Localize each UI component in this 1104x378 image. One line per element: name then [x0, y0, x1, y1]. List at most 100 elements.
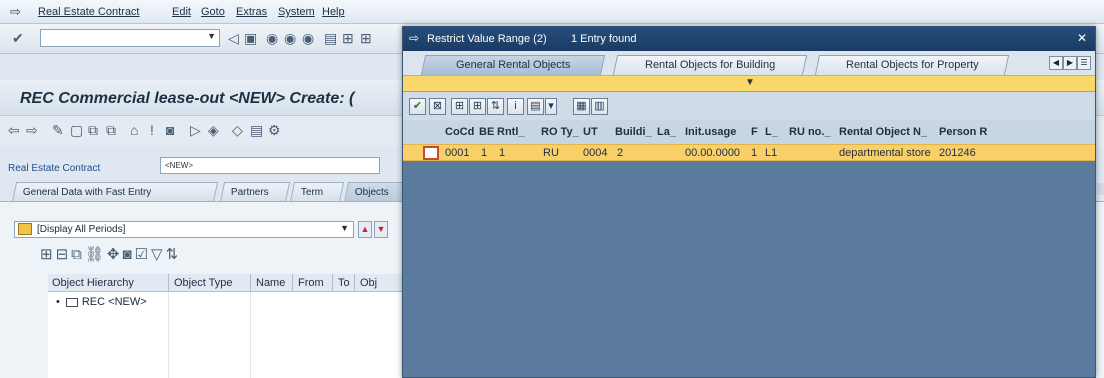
tab-partners[interactable]: Partners: [219, 182, 291, 202]
column-header[interactable]: L_: [765, 126, 778, 138]
find-next-icon[interactable]: ⊞: [360, 30, 372, 46]
hierarchy-icon[interactable]: ⌂: [130, 122, 138, 138]
column-header[interactable]: From: [298, 277, 324, 289]
sort-icon[interactable]: ⇅: [166, 246, 182, 263]
periods-select[interactable]: [Display All Periods] ▼: [14, 221, 354, 238]
contract-field[interactable]: <NEW>: [160, 157, 380, 174]
link-icon[interactable]: ⛓: [85, 246, 107, 263]
cancel-icon[interactable]: ⊠: [429, 98, 446, 115]
tab-general-data[interactable]: General Data with Fast Entry: [11, 182, 219, 202]
copy-icon[interactable]: ⧉: [88, 122, 98, 138]
column-header[interactable]: Init.usage: [685, 126, 736, 138]
check-icon[interactable]: ☑: [135, 246, 151, 263]
folder-icon: [18, 223, 32, 235]
cancel-icon[interactable]: ◉: [302, 30, 314, 46]
menu-goto[interactable]: Goto: [201, 6, 225, 18]
exit-icon[interactable]: ◉: [284, 30, 296, 46]
menu-edit[interactable]: Edit: [172, 6, 191, 18]
menu-real-estate-contract[interactable]: Real Estate Contract: [38, 6, 140, 18]
column-header[interactable]: Object Hierarchy: [52, 277, 134, 289]
previous-arrow-icon[interactable]: ⇦: [8, 122, 20, 138]
contract-label: Real Estate Contract: [8, 163, 101, 174]
column-header[interactable]: To: [338, 277, 350, 289]
cell-person-responsible: 201246: [939, 147, 976, 159]
details-icon[interactable]: ◙: [123, 246, 135, 263]
tab-label: General Data with Fast Entry: [22, 187, 152, 198]
tab-label: Rental Objects for Building: [644, 59, 776, 71]
find-icon[interactable]: ⊞: [451, 98, 468, 115]
column-header[interactable]: Rntl_: [497, 126, 525, 138]
collapse-icon[interactable]: ⊟: [56, 246, 72, 263]
display-icon[interactable]: ▦: [573, 98, 590, 115]
column-header[interactable]: Object Type: [174, 277, 233, 289]
back-icon[interactable]: ◉: [266, 30, 278, 46]
print-icon[interactable]: ▤: [324, 30, 337, 46]
chevron-down-icon[interactable]: ▼: [207, 31, 216, 41]
tool-icon[interactable]: ⚙: [268, 122, 281, 138]
restrictions-toggle[interactable]: ▼: [403, 75, 1095, 92]
document-icon[interactable]: ▤: [250, 122, 263, 138]
column-header[interactable]: Buildi_: [615, 126, 652, 138]
column-header[interactable]: CoCd: [445, 126, 474, 138]
tab-rental-objects-building[interactable]: Rental Objects for Building: [612, 55, 808, 75]
move-icon[interactable]: ✥: [107, 246, 123, 263]
confirm-check-icon[interactable]: ✔: [409, 98, 426, 115]
scroll-up-button[interactable]: ▲: [358, 221, 372, 238]
find-next-icon[interactable]: ⊞: [469, 98, 486, 115]
export-icon[interactable]: ▥: [591, 98, 608, 115]
next-arrow-icon[interactable]: ⇨: [26, 122, 38, 138]
dialog-toolbar: ✔ ⊠ ⊞ ⊞ ⇅ i ▤ ▾ ▦ ▥: [403, 92, 1095, 120]
info-icon[interactable]: i: [507, 98, 524, 115]
exit-icon[interactable]: ⇨: [10, 4, 21, 20]
column-header[interactable]: UT: [583, 126, 598, 138]
tab-scroll-left-button[interactable]: ◀: [1049, 56, 1063, 70]
menu-bar: ⇨ Real Estate Contract Edit Goto Extras …: [0, 0, 1104, 24]
column-header[interactable]: La_: [657, 126, 676, 138]
chevron-down-icon[interactable]: ▼: [340, 223, 349, 233]
tab-objects[interactable]: Objects: [343, 182, 411, 202]
command-field[interactable]: ▼: [40, 29, 220, 47]
menu-system[interactable]: System: [278, 6, 315, 18]
settings-icon[interactable]: ◈: [208, 122, 219, 138]
column-header[interactable]: F: [751, 126, 758, 138]
column-header[interactable]: Person R: [939, 126, 987, 138]
other-object-icon[interactable]: ⧉: [106, 122, 116, 138]
column-header[interactable]: RO Ty_: [541, 126, 579, 138]
tab-rental-objects-property[interactable]: Rental Objects for Property: [814, 55, 1010, 75]
tab-term[interactable]: Term: [289, 182, 345, 202]
display-icon[interactable]: ◙: [166, 122, 174, 138]
new-document-icon[interactable]: ▢: [70, 122, 83, 138]
menu-help[interactable]: Help: [322, 6, 345, 18]
tab-scroll-right-button[interactable]: ▶: [1063, 56, 1077, 70]
column-header[interactable]: Name: [256, 277, 285, 289]
column-header[interactable]: Obj: [360, 277, 377, 289]
scroll-down-button[interactable]: ▼: [374, 221, 388, 238]
tree-node[interactable]: • REC <NEW>: [56, 296, 147, 308]
sort-icon[interactable]: ⇅: [487, 98, 504, 115]
value-range-dialog: ⇨ Restrict Value Range (2) 1 Entry found…: [402, 26, 1096, 378]
menu-extras[interactable]: Extras: [236, 6, 267, 18]
expand-down-icon[interactable]: ▼: [745, 77, 755, 88]
filter-icon[interactable]: ▽: [151, 246, 166, 263]
print-icon[interactable]: ▤: [527, 98, 544, 115]
find-icon[interactable]: ⊞: [342, 30, 354, 46]
row-select-checkbox[interactable]: [423, 146, 439, 160]
enter-icon[interactable]: ✔: [12, 30, 24, 46]
copy-icon[interactable]: ⧉: [71, 246, 85, 263]
tab-general-rental-objects[interactable]: General Rental Objects: [420, 55, 606, 75]
shape-icon[interactable]: ◇: [232, 122, 243, 138]
edit-icon[interactable]: ✎: [52, 122, 64, 138]
tab-list-button[interactable]: ☰: [1077, 56, 1091, 70]
table-row[interactable]: 0001 1 1 RU 0004 2 00.00.0000 1 L1 depar…: [403, 144, 1095, 161]
info-icon[interactable]: !: [150, 122, 154, 138]
print-dropdown-icon[interactable]: ▾: [545, 98, 557, 115]
column-header[interactable]: Rental Object N_: [839, 126, 927, 138]
save-icon[interactable]: ▣: [244, 30, 257, 46]
column-separator: [168, 292, 169, 378]
back-arrow-icon[interactable]: ◁: [228, 30, 239, 46]
attachment-icon[interactable]: ▷: [190, 122, 201, 138]
expand-icon[interactable]: ⊞: [40, 246, 56, 263]
close-icon[interactable]: ✕: [1077, 31, 1087, 45]
column-header[interactable]: BE: [479, 126, 494, 138]
column-header[interactable]: RU no._: [789, 126, 831, 138]
